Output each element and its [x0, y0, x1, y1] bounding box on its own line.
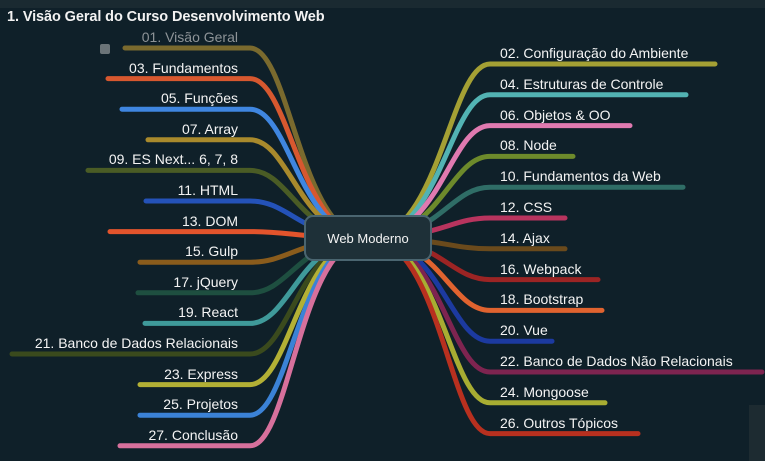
drag-handle-icon[interactable]	[100, 44, 110, 54]
topic-node-left[interactable]: 15. Gulp	[185, 243, 238, 259]
topic-node-left[interactable]: 11. HTML	[178, 182, 238, 198]
topic-node-right[interactable]: 18. Bootstrap	[500, 291, 583, 307]
central-topic[interactable]: Web Moderno	[304, 215, 432, 261]
topic-node-right[interactable]: 24. Mongoose	[500, 384, 589, 400]
topic-node-left[interactable]: 21. Banco de Dados Relacionais	[35, 335, 238, 351]
topic-node-left[interactable]: 05. Funções	[161, 90, 238, 106]
topic-node-left[interactable]: 13. DOM	[182, 213, 238, 229]
scrollbar-corner	[749, 405, 765, 461]
topic-node-right[interactable]: 20. Vue	[500, 322, 548, 338]
topic-node-right[interactable]: 22. Banco de Dados Não Relacionais	[500, 353, 733, 369]
topic-node-left[interactable]: 19. React	[178, 304, 238, 320]
topic-node-right[interactable]: 14. Ajax	[500, 230, 550, 246]
topic-node-right[interactable]: 10. Fundamentos da Web	[500, 168, 661, 184]
topic-node-right[interactable]: 12. CSS	[500, 199, 552, 215]
topic-node-left[interactable]: 09. ES Next... 6, 7, 8	[109, 151, 238, 167]
mindmap-canvas: 1. Visão Geral do Curso Desenvolvimento …	[0, 0, 765, 461]
topic-node-right[interactable]: 26. Outros Tópicos	[500, 415, 618, 431]
topic-node-left[interactable]: 01. Visão Geral	[142, 29, 238, 45]
topic-node-left[interactable]: 03. Fundamentos	[129, 60, 238, 76]
topic-node-left[interactable]: 27. Conclusão	[148, 427, 238, 443]
topic-node-left[interactable]: 25. Projetos	[163, 396, 238, 412]
topic-node-right[interactable]: 08. Node	[500, 137, 557, 153]
topic-node-left[interactable]: 23. Express	[164, 366, 238, 382]
topic-node-left[interactable]: 17. jQuery	[173, 274, 238, 290]
topic-node-right[interactable]: 04. Estruturas de Controle	[500, 76, 663, 92]
topic-node-left[interactable]: 07. Array	[182, 121, 238, 137]
topic-node-right[interactable]: 06. Objetos & OO	[500, 107, 611, 123]
topic-node-right[interactable]: 16. Webpack	[500, 261, 581, 277]
topic-node-right[interactable]: 02. Configuração do Ambiente	[500, 45, 688, 61]
central-topic-label: Web Moderno	[327, 230, 409, 246]
